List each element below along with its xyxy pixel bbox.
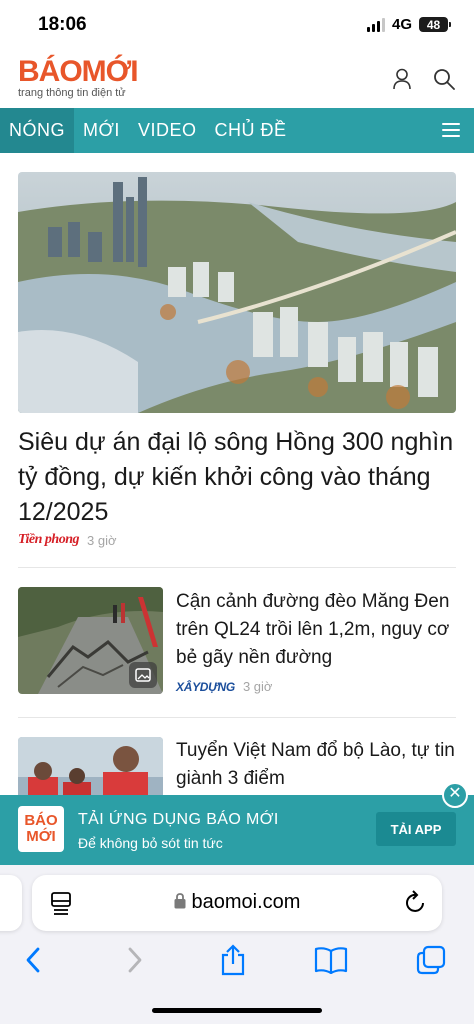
image-gallery-icon — [129, 662, 157, 688]
nav-item-moi[interactable]: MỚI — [74, 108, 129, 153]
app-download-banner[interactable]: BÁO MỚI TẢI ỨNG DỤNG BÁO MỚI Để không bỏ… — [0, 795, 474, 865]
featured-meta: Tiền phong 3 giờ — [18, 532, 117, 548]
forward-icon[interactable] — [118, 943, 152, 977]
previous-tab-card[interactable] — [0, 875, 22, 931]
battery-icon: 48 — [419, 17, 451, 32]
app-logo: BÁO MỚI — [18, 806, 64, 852]
nav-item-nong[interactable]: NÓNG — [0, 108, 74, 153]
logo-tagline: trang thông tin điện tử — [18, 87, 126, 99]
network-type: 4G — [391, 16, 412, 33]
banner-subtitle: Để không bỏ sót tin tức — [78, 835, 223, 851]
reload-icon[interactable] — [404, 890, 428, 921]
timestamp: 3 giờ — [87, 532, 117, 548]
source-logo[interactable]: Tiền phong — [18, 532, 80, 548]
source-logo[interactable]: XÂYDỰNG — [176, 680, 235, 694]
back-icon[interactable] — [16, 943, 50, 977]
download-app-button[interactable]: TẢI APP — [376, 812, 456, 846]
article-title[interactable]: Cận cảnh đường đèo Măng Đen trên QL24 tr… — [176, 588, 456, 672]
logo-text: BÁOMỚI — [18, 55, 139, 88]
logo[interactable]: BÁOMỚI trang thông tin điện tử — [18, 55, 139, 100]
browser-chrome: baomoi.com — [0, 865, 474, 1024]
battery-level: 48 — [426, 17, 441, 32]
bookmarks-icon[interactable] — [314, 943, 348, 977]
url-text: baomoi.com — [191, 891, 301, 913]
tabs-icon[interactable] — [414, 943, 448, 977]
app-logo-line2: MỚI — [26, 828, 56, 845]
menu-icon[interactable] — [442, 120, 460, 140]
search-icon[interactable] — [432, 66, 456, 92]
status-bar: 18:06 4G 48 — [0, 0, 474, 52]
site-header: BÁOMỚI trang thông tin điện tử — [0, 52, 474, 107]
share-icon[interactable] — [216, 943, 250, 977]
featured-image[interactable] — [18, 172, 456, 413]
address-bar[interactable]: baomoi.com — [32, 875, 442, 931]
status-indicators: 4G 48 — [366, 16, 451, 33]
home-indicator — [152, 1008, 322, 1013]
app-logo-line1: BÁO — [24, 812, 58, 829]
category-nav: NÓNG MỚI VIDEO CHỦ ĐỀ — [0, 108, 474, 153]
user-icon[interactable] — [390, 66, 414, 92]
close-banner-button[interactable]: ✕ — [442, 782, 468, 808]
status-time: 18:06 — [38, 14, 87, 35]
divider — [18, 567, 456, 568]
article-meta: XÂYDỰNG 3 giờ — [176, 679, 272, 694]
article-title[interactable]: Tuyển Việt Nam đổ bộ Lào, tự tin giành 3… — [176, 737, 456, 793]
timestamp: 3 giờ — [242, 679, 273, 694]
nav-item-video[interactable]: VIDEO — [129, 108, 206, 153]
browser-toolbar — [0, 943, 474, 983]
featured-title[interactable]: Siêu dự án đại lộ sông Hồng 300 nghìn tỷ… — [18, 425, 458, 530]
divider — [18, 717, 456, 718]
article-thumbnail[interactable] — [18, 587, 163, 694]
nav-item-chu-de[interactable]: CHỦ ĐỀ — [205, 108, 295, 153]
signal-icon — [366, 17, 385, 32]
lock-icon — [174, 893, 186, 909]
banner-title: TẢI ỨNG DỤNG BÁO MỚI — [78, 811, 279, 828]
